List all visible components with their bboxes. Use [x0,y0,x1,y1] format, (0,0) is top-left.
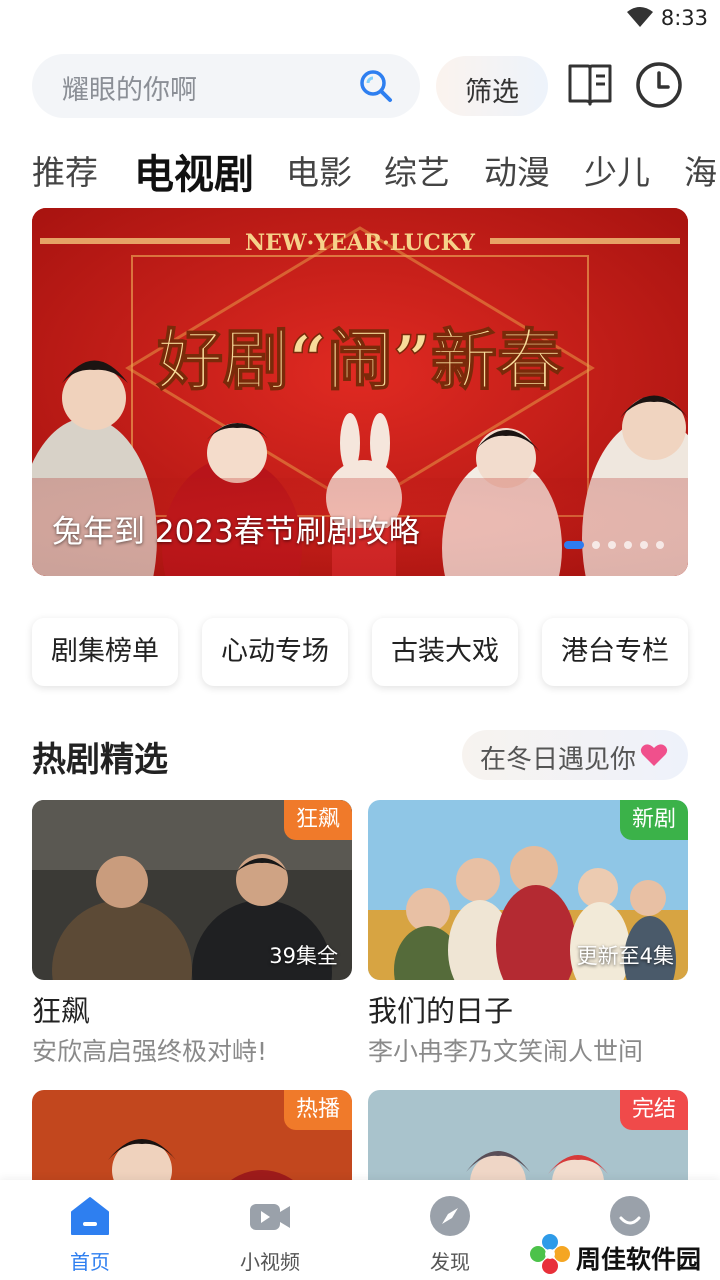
card-badge: 完结 [619,1090,688,1130]
banner-dot[interactable] [564,540,584,549]
section-tag[interactable]: 在冬日遇见你 [462,730,688,780]
quick-link-costume-drama[interactable]: 古装大戏 [372,618,518,686]
heart-icon [640,744,668,766]
watermark-logo: 周佳软件园 [528,1232,718,1278]
quick-links: 剧集榜单 心动专场 古装大戏 港台专栏 [32,618,688,686]
status-time: 8:33 [660,6,708,30]
banner-caption: 兔年到 2023春节刷剧攻略 [52,514,420,550]
tab-overseas[interactable]: 海 [684,146,717,194]
card-episodes: 更新至4集 [576,944,674,968]
card-title[interactable]: 狂飙 [32,988,90,1030]
banner-tagline: NEW·YEAR·LUCKY [245,230,475,256]
card-badge: 新剧 [619,800,688,840]
nav-label: 首页 [70,1250,110,1274]
tab-variety[interactable]: 综艺 [384,146,450,194]
drama-card[interactable]: 热播 [32,1090,352,1180]
wifi-icon [627,7,653,27]
video-camera-icon [250,1204,290,1230]
card-thumbnail[interactable]: 完结 [368,1090,688,1180]
quick-link-rankings[interactable]: 剧集榜单 [32,618,178,686]
search-icon[interactable] [358,68,394,104]
tab-movies[interactable]: 电影 [286,146,352,194]
banner-dot[interactable] [592,540,600,549]
pinwheel-icon [530,1234,570,1274]
banner-dot[interactable] [624,540,632,549]
section-title: 热剧精选 [32,740,168,780]
watermark-text: 周佳软件园 [576,1245,702,1274]
drama-card[interactable]: 完结 [368,1090,688,1180]
nav-home[interactable]: 首页 [30,1180,150,1280]
banner-dot[interactable] [656,540,664,549]
card-badge: 热播 [283,1090,352,1130]
banner-headline: 好剧“闹”新春 [156,321,563,399]
category-tabs: 推荐 电视剧 电影 综艺 动漫 少儿 海 [0,140,720,196]
quick-link-hk-taiwan[interactable]: 港台专栏 [542,618,688,686]
filter-button[interactable]: 筛选 [436,56,548,116]
drama-card[interactable]: 狂飙 39集全 狂飙 安欣高启强终极对峙! [32,800,352,1070]
status-bar: 8:33 [0,0,720,40]
tab-anime[interactable]: 动漫 [484,146,550,194]
compass-icon [430,1196,470,1236]
tab-kids[interactable]: 少儿 [584,146,650,194]
quick-link-romance[interactable]: 心动专场 [202,618,348,686]
nav-label: 小视频 [240,1250,300,1274]
card-description: 安欣高启强终极对峙! [32,1037,268,1066]
tab-tv-series[interactable]: 电视剧 [134,142,254,196]
search-bar[interactable]: 耀眼的你啊 [32,54,420,118]
card-thumbnail[interactable]: 热播 [32,1090,352,1180]
nav-discover[interactable]: 发现 [390,1180,510,1280]
card-thumbnail[interactable]: 狂飙 39集全 [32,800,352,980]
banner-dot[interactable] [608,540,616,549]
nav-short-video[interactable]: 小视频 [210,1180,330,1280]
card-thumbnail[interactable]: 新剧 更新至4集 [368,800,688,980]
section-tag-label: 在冬日遇见你 [480,745,637,775]
tab-recommend[interactable]: 推荐 [32,146,98,194]
drama-card[interactable]: 新剧 更新至4集 我们的日子 李小冉李乃文笑闹人世间 [368,800,688,1070]
banner-dot[interactable] [640,540,648,549]
card-badge: 狂飙 [283,800,352,840]
search-input[interactable]: 耀眼的你啊 [62,68,197,107]
filter-label: 筛选 [465,77,519,108]
history-icon[interactable] [634,60,684,110]
book-icon[interactable] [566,60,614,110]
hero-banner[interactable]: NEW·YEAR·LUCKY 好剧“闹”新春 兔年到 2023春节刷剧攻略 [32,208,688,576]
card-episodes: 39集全 [269,944,338,968]
card-description: 李小冉李乃文笑闹人世间 [368,1037,644,1066]
banner-pagination [556,534,664,549]
card-title[interactable]: 我们的日子 [368,988,513,1030]
nav-label: 发现 [430,1250,470,1274]
home-icon [71,1197,109,1235]
